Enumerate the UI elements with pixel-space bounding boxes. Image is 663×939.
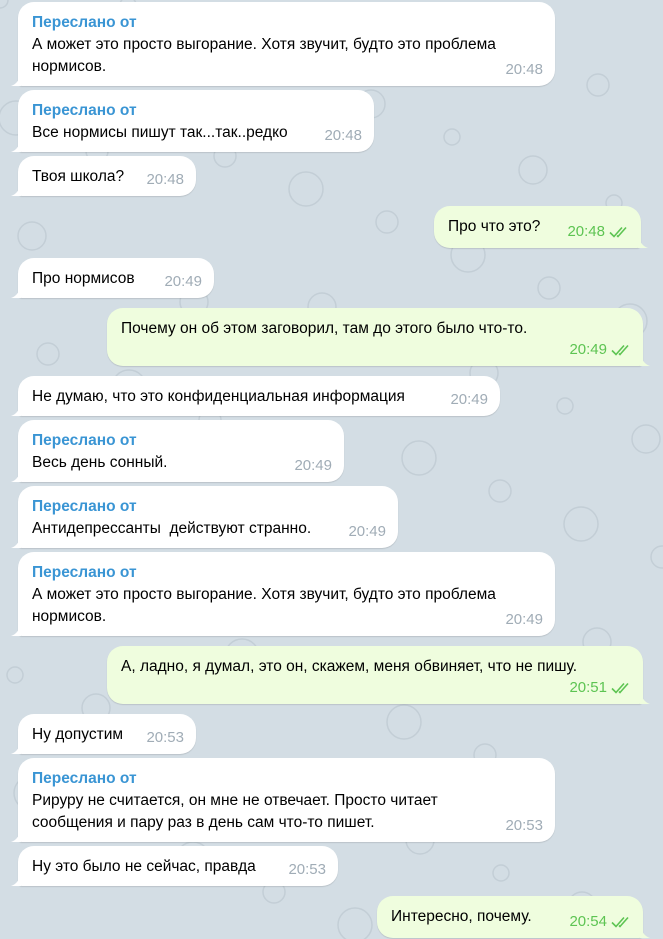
message-time: 20:49 [505,611,543,628]
message-time: 20:49 [450,391,488,408]
message-text: нормисов. [32,58,107,75]
incoming-message[interactable]: Про нормисов 20:49 [11,258,214,298]
bubble-tail [11,534,21,548]
message-text: А может это просто выгорание. Хотя звучи… [32,36,496,53]
message-text: Рирурy не считается, он мне не отвечает.… [32,792,438,809]
message-text: Почему он об этом заговорил, там до этог… [121,320,528,337]
wallpaper-doodle [488,479,512,503]
message-time: 20:49 [348,523,386,540]
wallpaper-doodle [537,276,561,300]
message-time: 20:48 [146,171,184,188]
bubble-tail [11,402,21,416]
forwarded-from-label[interactable]: Переслано от [32,562,541,584]
message-time: 20:53 [505,817,543,834]
double-check-icon [611,344,629,356]
incoming-message[interactable]: Переслано от Антидепрессанты действуют ст… [11,486,398,548]
wallpaper-doodle [518,155,548,185]
double-check-icon [611,916,629,928]
message-text: сообщения и пару раз в день сам что-то п… [32,814,375,831]
wallpaper-doodle [6,666,24,684]
wallpaper-doodle [586,73,610,97]
incoming-message[interactable]: Переслано от А может это просто выгорание… [11,552,555,636]
message-time: 20:48 [567,223,605,240]
message-text: А, ладно, я думал, это он, скажем, меня … [121,658,578,675]
message-text: Ну это было не сейчас, правда [32,858,256,875]
bubble-tail [11,872,21,886]
double-check-icon [611,682,629,694]
message-time: 20:53 [288,861,326,878]
bubble-tail [640,352,650,366]
incoming-message[interactable]: Не думаю, что это конфиденциальная инфор… [11,376,500,416]
bubble-tail [11,182,21,196]
forwarded-from-label[interactable]: Переслано от [32,100,360,122]
chat-history[interactable]: Переслано от А может это просто выгорание… [0,0,663,939]
message-text: Все нормисы пишут так...так..редко [32,124,288,141]
message-text: нормисов. [32,608,107,625]
forwarded-from-label[interactable]: Переслано от [32,768,541,790]
message-time: 20:49 [294,457,332,474]
incoming-message[interactable]: Ну это было не сейчас, правда 20:53 [11,846,338,886]
bubble-tail [11,622,21,636]
bubble-tail [11,284,21,298]
message-text: Не думаю, что это конфиденциальная инфор… [32,388,405,405]
incoming-message[interactable]: Переслано от Весь день сонный. 20:49 [11,420,344,482]
outgoing-message[interactable]: Интересно, почему. 20:54 [377,896,650,938]
bubble-tail [11,828,21,842]
wallpaper-doodle [631,424,661,454]
forwarded-from-label[interactable]: Переслано от [32,496,384,518]
incoming-message[interactable]: Переслано от А может это просто выгорание… [11,2,555,86]
outgoing-message[interactable]: Про что это? 20:48 [434,206,648,248]
wallpaper-doodle [443,128,461,146]
double-check-icon [609,226,627,238]
forwarded-from-label[interactable]: Переслано от [32,12,541,34]
wallpaper-doodle [337,907,373,939]
wallpaper-doodle [563,506,599,542]
forwarded-from-label[interactable]: Переслано от [32,430,330,452]
bubble-tail [11,72,21,86]
wallpaper-doodle [36,342,60,366]
bubble-tail [11,468,21,482]
wallpaper-doodle [0,0,9,9]
message-time: 20:48 [324,127,362,144]
bubble-tail [638,234,648,248]
wallpaper-doodle [17,221,47,251]
wallpaper-doodle [288,171,324,207]
message-time: 20:48 [505,61,543,78]
wallpaper-doodle [375,210,399,234]
message-time: 20:54 [569,913,607,930]
incoming-message[interactable]: Переслано от Рирурy не считается, он мне … [11,758,555,842]
message-text: А может это просто выгорание. Хотя звучи… [32,586,496,603]
incoming-message[interactable]: Твоя школа? 20:48 [11,156,196,196]
message-text: Весь день сонный. [32,454,168,471]
wallpaper-doodle [386,704,422,740]
message-text: Антидепрессанты действуют странно. [32,520,312,537]
message-time: 20:49 [569,341,607,358]
outgoing-message[interactable]: А, ладно, я думал, это он, скажем, меня … [107,646,650,704]
message-time: 20:49 [164,273,202,290]
wallpaper-doodle [650,545,663,569]
incoming-message[interactable]: Переслано от Все нормисы пишут так...так.… [11,90,374,152]
message-time: 20:53 [146,729,184,746]
bubble-tail [11,740,21,754]
bubble-tail [640,924,650,938]
wallpaper-doodle [556,397,574,415]
outgoing-message[interactable]: Почему он об этом заговорил, там до этог… [107,308,650,366]
message-time: 20:51 [569,679,607,696]
bubble-tail [11,138,21,152]
bubble-tail [640,690,650,704]
incoming-message[interactable]: Ну допустим 20:53 [11,714,196,754]
wallpaper-doodle [401,440,437,476]
wallpaper-doodle [492,864,510,882]
